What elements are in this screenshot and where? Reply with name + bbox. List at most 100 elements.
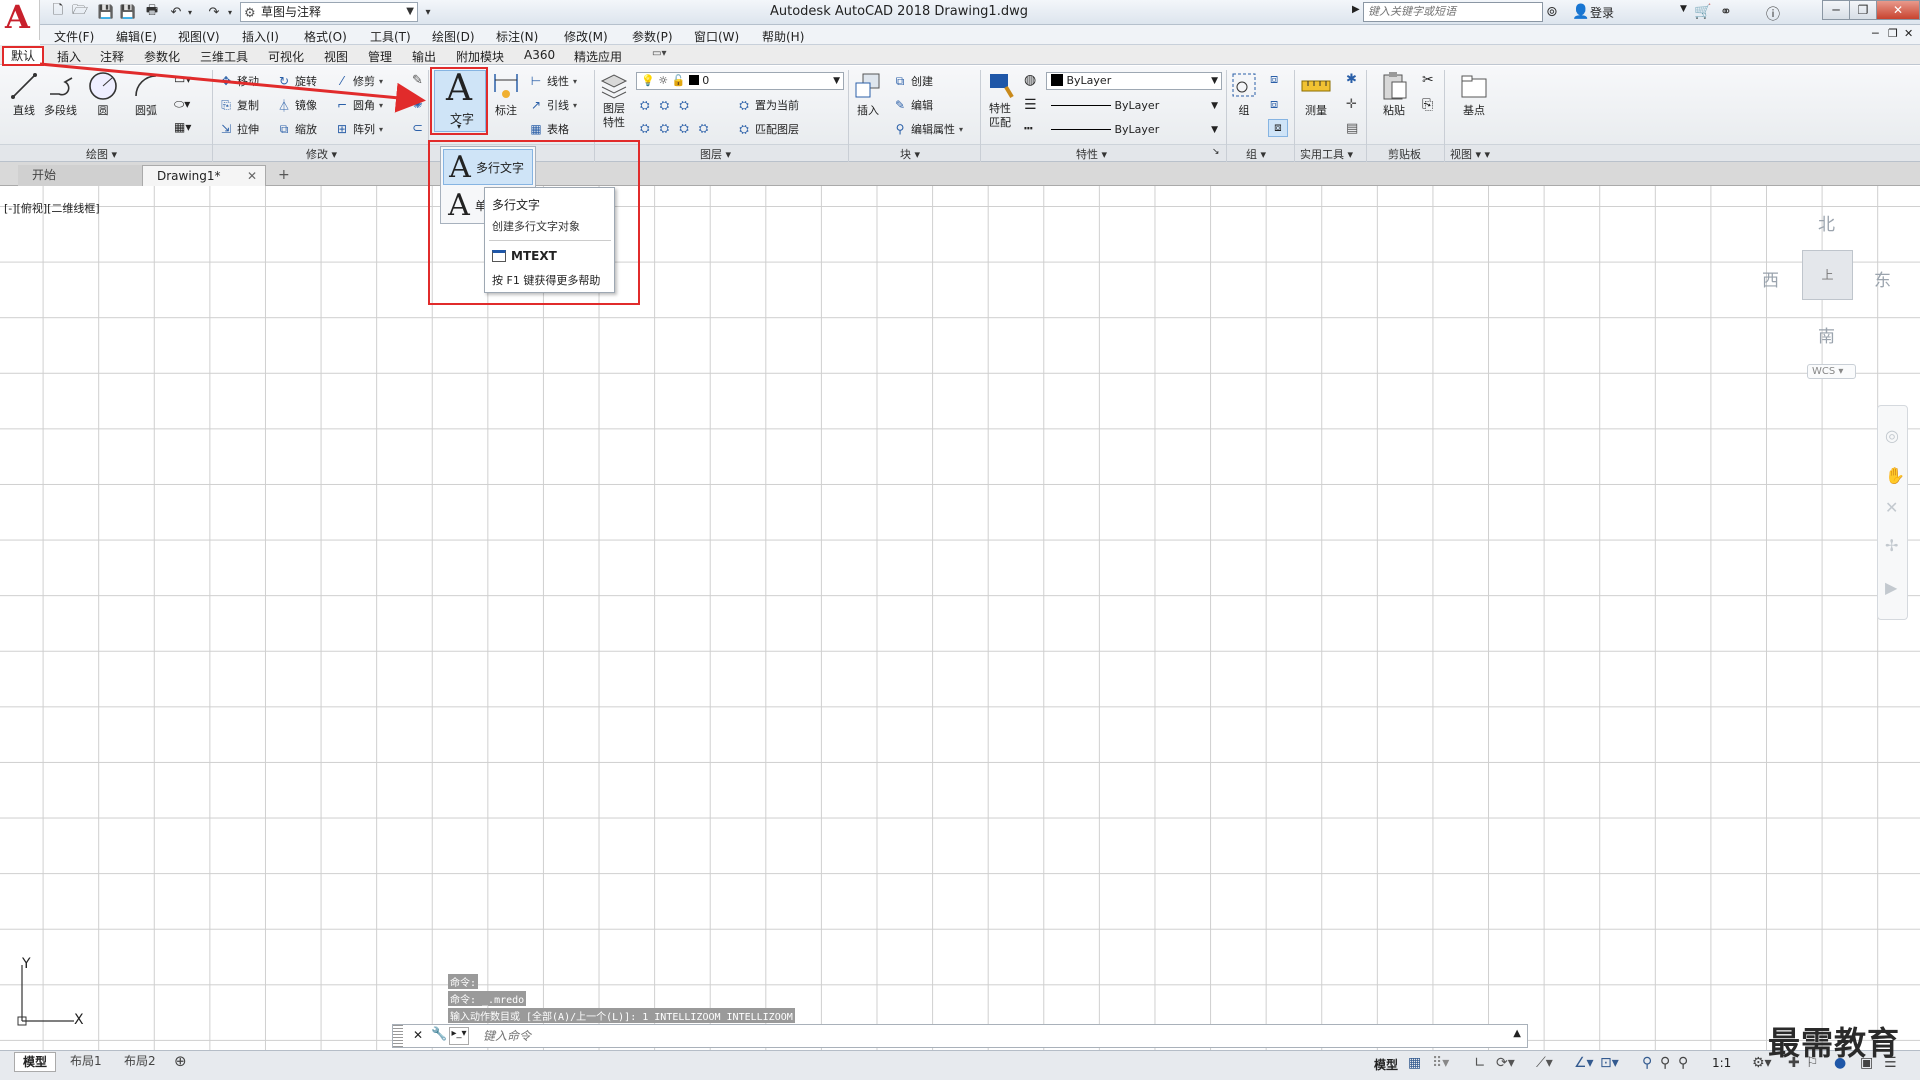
polyline-button[interactable]: 多段线 [44,70,77,118]
table-button[interactable]: ▦ 表格 [528,121,569,137]
open-file-icon[interactable]: 🗁 [72,3,88,20]
linear-dim-button[interactable]: ⊢ 线性 ▾ [528,73,577,89]
doc-minimize-icon[interactable]: ─ [1872,27,1879,40]
menu-edit[interactable]: 编辑(E) [116,28,157,45]
tab-addins[interactable]: 附加模块 [456,48,504,65]
menu-draw[interactable]: 绘图(D) [432,28,475,45]
point-id-icon[interactable]: ✛ [1346,97,1357,112]
match-layer-button[interactable]: ⛭ 匹配图层 [736,121,799,137]
explode-icon[interactable]: ✺ [412,97,423,112]
new-file-icon[interactable]: 🗋 [50,3,66,20]
scale-button[interactable]: ⧉ 缩放 [276,121,317,137]
steering-wheel-icon[interactable]: ◎ [1885,426,1899,445]
base-point-button[interactable]: 基点 [1458,70,1490,118]
menu-modify[interactable]: 修改(M) [564,28,608,45]
ellipse-icon[interactable]: ⬭▾ [174,97,190,112]
tab-3d-tools[interactable]: 三维工具 [200,48,248,65]
line-button[interactable]: 直线 [8,70,40,118]
tab-parametric[interactable]: 参数化 [144,48,180,65]
mirror-button[interactable]: ⏃ 镜像 [276,97,317,113]
insert-block-button[interactable]: 插入 [852,70,884,118]
viewcube-south[interactable]: 南 [1818,322,1835,347]
hatch-icon[interactable]: ▦▾ [174,120,191,134]
offset-icon[interactable]: ⊂ [412,121,423,136]
view-panel-label[interactable]: 视图 ▾ ▾ [1450,146,1490,162]
recent-commands-icon[interactable]: ▸_▾ [449,1027,469,1045]
fillet-button[interactable]: ⌐ 圆角 ▾ [334,97,383,113]
copy-clip-icon[interactable]: ⎘ [1422,97,1433,113]
login-link[interactable]: 登录 [1590,4,1614,21]
save-icon[interactable]: 💾 [98,4,114,20]
create-block-button[interactable]: ⧉ 创建 [892,73,933,89]
application-menu-button[interactable]: A [0,0,40,40]
dialog-launcher-icon[interactable]: ↘ [1212,147,1220,157]
annotation-visibility-icon[interactable]: ⚲ [1642,1055,1652,1071]
utilities-panel-label[interactable]: 实用工具 ▾ [1300,146,1353,162]
chevron-down-icon[interactable]: ▼ [1680,4,1687,14]
group-selection-toggle[interactable]: ⧈ [1268,119,1288,137]
showmotion-icon[interactable]: ▶ [1885,578,1897,597]
edit-attributes-button[interactable]: ⚲ 编辑属性 ▾ [892,121,963,137]
zoom-icon[interactable]: ✕ [1885,498,1898,517]
layer-properties-button[interactable]: 图层特性 [598,70,630,130]
chevron-up-icon[interactable]: ▲ [1513,1028,1521,1039]
osnap-icon[interactable]: ⊡▾ [1600,1055,1619,1071]
doc-restore-icon[interactable]: ❐ [1888,27,1898,40]
a360-icon[interactable]: ⚭ [1720,4,1732,20]
viewcube-north[interactable]: 北 [1818,210,1835,235]
pan-icon[interactable]: ✋ [1885,466,1905,485]
layout-tab-2[interactable]: 布局2 [116,1052,164,1072]
copy-button[interactable]: ⎘ 复制 [218,97,259,113]
workspace-select[interactable]: ⚙ 草图与注释 ▼ [240,2,418,22]
customize-quick-access-icon[interactable]: ▾ [420,4,436,20]
match-properties-button[interactable]: 特性匹配 [984,70,1016,130]
group-button[interactable]: 组 [1228,70,1260,118]
layer-tools-row2[interactable]: ⛭⛭⛭⛭ [640,121,718,136]
trim-button[interactable]: ⁄ 修剪 ▾ [334,73,383,89]
minimize-button[interactable]: ─ [1822,0,1850,20]
close-button[interactable]: ✕ [1876,0,1920,20]
close-icon[interactable]: ✕ [247,166,257,186]
array-button[interactable]: ⊞ 阵列 ▾ [334,121,383,137]
command-input[interactable] [483,1027,1383,1045]
viewport-controls[interactable]: [-][俯视][二维线框] [4,200,100,216]
measure-button[interactable]: 测量 [1300,70,1332,118]
new-tab-button[interactable]: + [272,165,296,186]
menu-file[interactable]: 文件(F) [54,28,94,45]
layout-tab-model[interactable]: 模型 [14,1052,57,1072]
tab-start[interactable]: 开始 [18,165,142,186]
undo-dropdown-icon[interactable]: ▾ [182,4,198,20]
properties-panel-label[interactable]: 特性 ▾ [1076,146,1107,162]
leader-button[interactable]: ↗ 引线 ▾ [528,97,577,113]
print-icon[interactable]: 🖶 [144,3,160,20]
maximize-button[interactable]: ❐ [1849,0,1877,20]
expand-search-icon[interactable]: ▶ [1352,4,1360,15]
layout-tab-1[interactable]: 布局1 [62,1052,110,1072]
cut-icon[interactable]: ✂ [1422,72,1434,88]
menu-dimension[interactable]: 标注(N) [496,28,538,45]
cart-icon[interactable]: 🛒 [1694,4,1711,20]
paste-button[interactable]: 粘贴 [1378,70,1410,118]
tab-a360[interactable]: A360 [524,48,555,62]
stretch-button[interactable]: ⇲ 拉伸 [218,121,259,137]
color-select[interactable]: ByLayer ▼ [1046,72,1222,90]
viewcube-west[interactable]: 西 [1762,266,1779,291]
group-panel-label[interactable]: 组 ▾ [1246,146,1266,162]
add-layout-icon[interactable]: ⊕ [174,1052,187,1070]
group-edit-icon[interactable]: ⧈ [1270,97,1278,112]
save-as-icon[interactable]: 💾 [120,4,136,20]
menu-insert[interactable]: 插入(I) [242,28,279,45]
tab-insert[interactable]: 插入 [57,48,81,65]
tab-manage[interactable]: 管理 [368,48,392,65]
user-icon[interactable]: 👤 [1572,4,1589,20]
layer-select[interactable]: 💡 ☼ 🔓 0 ▼ [636,72,844,90]
circle-button[interactable]: 圆 [87,70,119,118]
linetype-select[interactable]: ByLayer ▼ [1046,97,1222,115]
set-current-button[interactable]: ⛭ 置为当前 [736,97,799,113]
menu-window[interactable]: 窗口(W) [694,28,739,45]
ungroup-icon[interactable]: ⧈ [1270,72,1278,87]
polar-icon[interactable]: ⟳▾ [1496,1055,1515,1071]
wrench-icon[interactable]: 🔧 [431,1027,447,1042]
tab-visualize[interactable]: 可视化 [268,48,304,65]
model-space-toggle[interactable]: 模型 [1374,1056,1398,1073]
